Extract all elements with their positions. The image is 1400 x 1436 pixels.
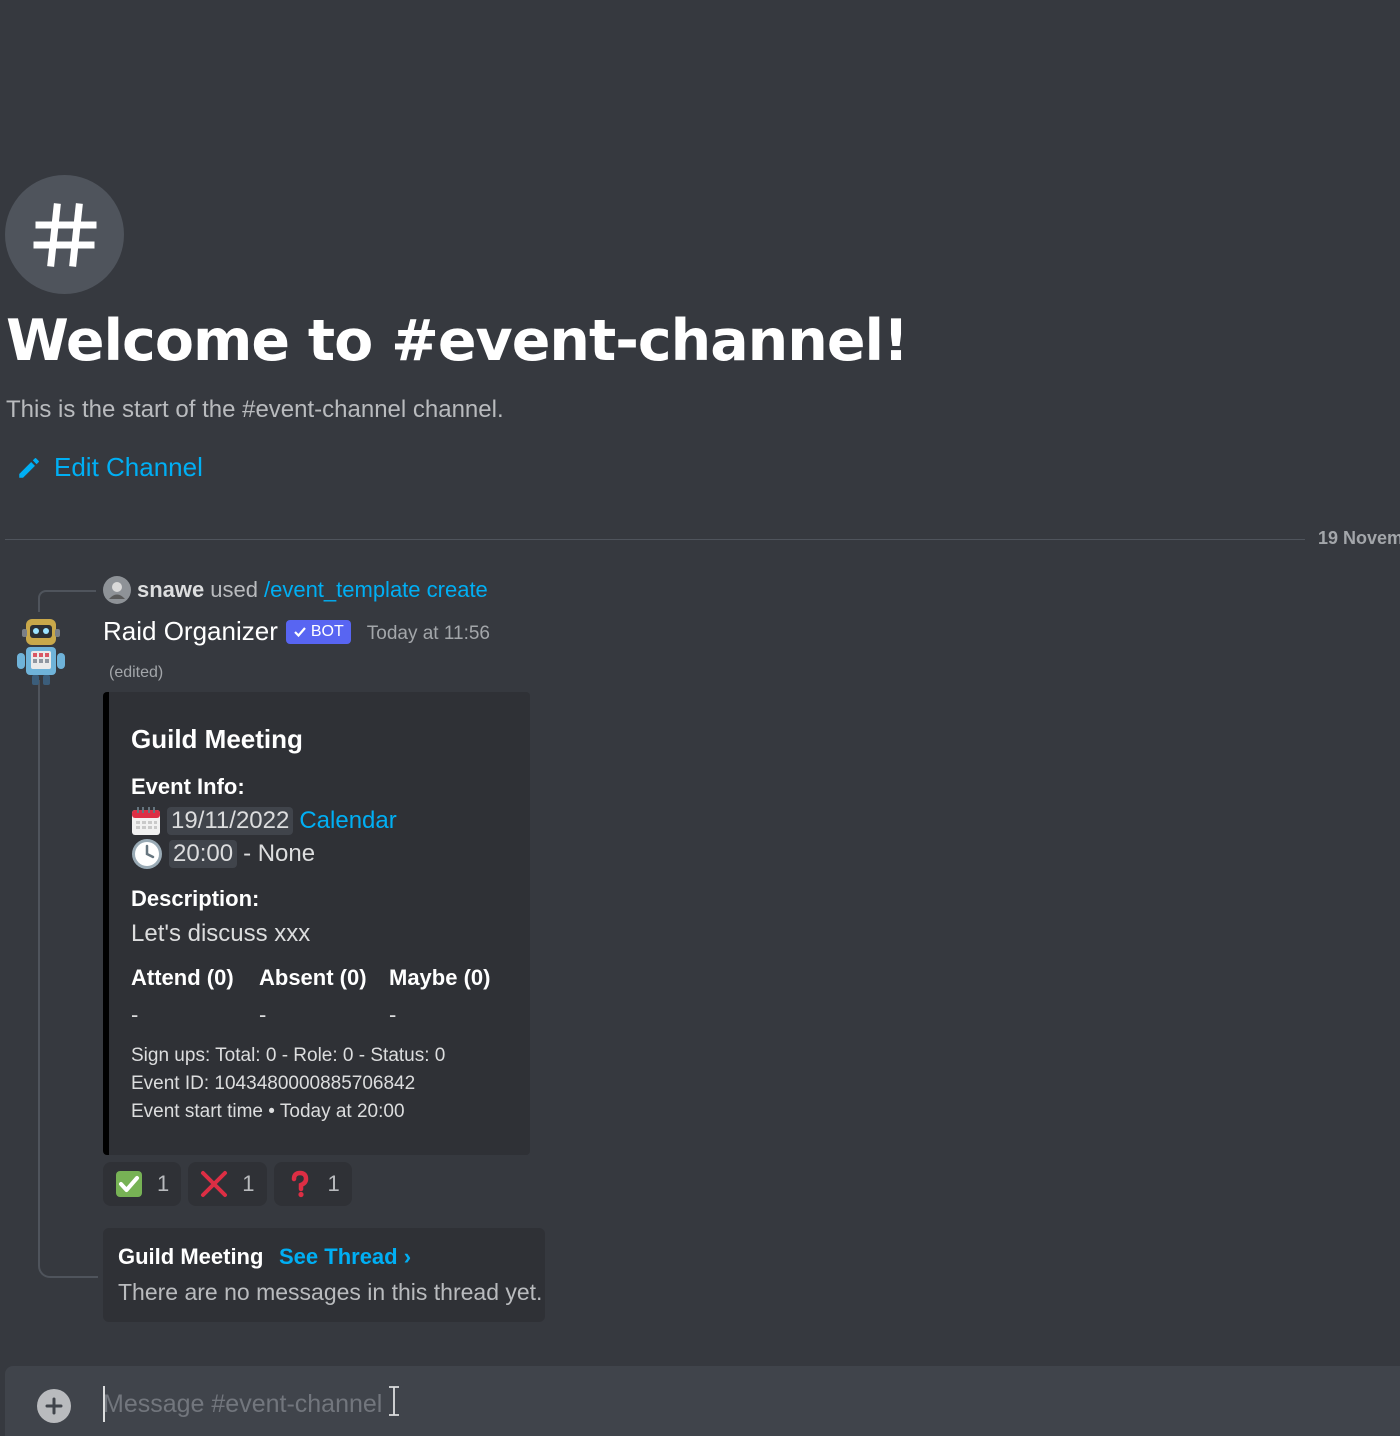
maybe-column-value: - xyxy=(389,1002,397,1027)
message-input[interactable] xyxy=(103,1382,1303,1426)
date-divider-line xyxy=(5,539,1305,540)
signups-footer: Sign ups: Total: 0 - Role: 0 - Status: 0 xyxy=(131,1045,446,1066)
thread-preview[interactable]: Guild Meeting See Thread › There are no … xyxy=(103,1228,545,1322)
reaction-question-count: 1 xyxy=(327,1171,340,1196)
reactions-bar: 1 1 1 xyxy=(103,1162,352,1206)
bot-tag: BOT xyxy=(285,619,351,644)
event-date-timestamp[interactable]: 19/11/2022 xyxy=(167,807,294,835)
reaction-check-count: 1 xyxy=(157,1171,170,1196)
channel-hash-avatar xyxy=(5,175,124,294)
reaction-cross[interactable]: 1 xyxy=(188,1162,267,1206)
message-timestamp[interactable]: Today at 11:56 xyxy=(367,623,490,645)
add-attachment-button[interactable] xyxy=(37,1389,71,1423)
event-time-suffix: - None xyxy=(243,840,316,867)
bot-avatar[interactable] xyxy=(12,617,70,687)
message-composer xyxy=(5,1366,1400,1436)
attend-column-value: - xyxy=(131,1002,139,1027)
reply-command-link[interactable]: /event_template create xyxy=(264,577,488,603)
event-start-footer: Event start time • Today at 20:00 xyxy=(131,1101,405,1123)
calendar-link[interactable]: Calendar xyxy=(299,807,396,835)
embed-title: Guild Meeting xyxy=(131,724,303,754)
author-name[interactable]: Raid Organizer xyxy=(103,616,278,647)
clock-icon xyxy=(132,839,162,869)
plus-icon xyxy=(45,1397,63,1415)
calendar-icon xyxy=(132,807,160,835)
absent-column-value: - xyxy=(259,1002,267,1027)
event-start-label: Event start time xyxy=(131,1101,263,1122)
reaction-cross-count: 1 xyxy=(242,1171,255,1196)
reply-verb: used xyxy=(210,577,258,602)
welcome-subtitle: This is the start of the #event-channel … xyxy=(6,396,504,423)
edit-channel-label: Edit Channel xyxy=(54,452,203,482)
edit-channel-button[interactable]: Edit Channel xyxy=(16,452,203,483)
thread-empty-text: There are no messages in this thread yet… xyxy=(118,1279,543,1305)
attend-column-name: Attend (0) xyxy=(131,965,234,990)
verified-check-icon xyxy=(294,626,306,637)
event-embed: Guild Meeting Event Info: 19/11/2022 Cal… xyxy=(103,692,530,1155)
absent-column-name: Absent (0) xyxy=(259,965,367,990)
welcome-title: Welcome to #event-channel! xyxy=(6,308,909,374)
description-value: Let's discuss xxx xyxy=(131,920,311,947)
event-start-value: Today at 20:00 xyxy=(279,1101,405,1122)
text-cursor-icon xyxy=(389,1386,399,1416)
check-mark-icon xyxy=(116,1171,142,1197)
thread-spine xyxy=(38,680,98,1278)
reaction-check[interactable]: 1 xyxy=(103,1162,182,1206)
thread-name[interactable]: Guild Meeting xyxy=(118,1244,263,1270)
message-header: Raid Organizer BOT Today at 11:56 xyxy=(103,616,490,647)
event-date-row: 19/11/2022 Calendar xyxy=(131,806,397,836)
maybe-column-name: Maybe (0) xyxy=(389,965,491,990)
edited-label: (edited) xyxy=(109,664,164,681)
event-time-timestamp[interactable]: 20:00 xyxy=(169,840,238,868)
date-divider-label: 19 Novem xyxy=(1318,528,1400,548)
text-caret xyxy=(103,1386,105,1422)
hash-icon xyxy=(33,202,96,267)
question-mark-icon xyxy=(291,1170,308,1198)
cross-mark-icon xyxy=(201,1171,228,1197)
event-id-footer: Event ID: 1043480000885706842 xyxy=(131,1073,416,1094)
reply-username[interactable]: snawe xyxy=(137,577,204,603)
see-thread-link[interactable]: See Thread › xyxy=(279,1244,411,1270)
robot-icon xyxy=(17,619,65,685)
description-label: Description: xyxy=(131,886,260,911)
bot-tag-label: BOT xyxy=(310,622,344,640)
event-time-row: 20:00 - None xyxy=(131,838,315,870)
pencil-icon xyxy=(19,457,40,478)
reaction-question[interactable]: 1 xyxy=(273,1162,352,1206)
reply-context[interactable]: snawe used /event_template create xyxy=(103,576,488,604)
reply-user-avatar[interactable] xyxy=(103,576,131,604)
event-info-label: Event Info: xyxy=(131,774,245,799)
footer-separator: • xyxy=(268,1101,275,1122)
reply-spine xyxy=(38,590,96,612)
